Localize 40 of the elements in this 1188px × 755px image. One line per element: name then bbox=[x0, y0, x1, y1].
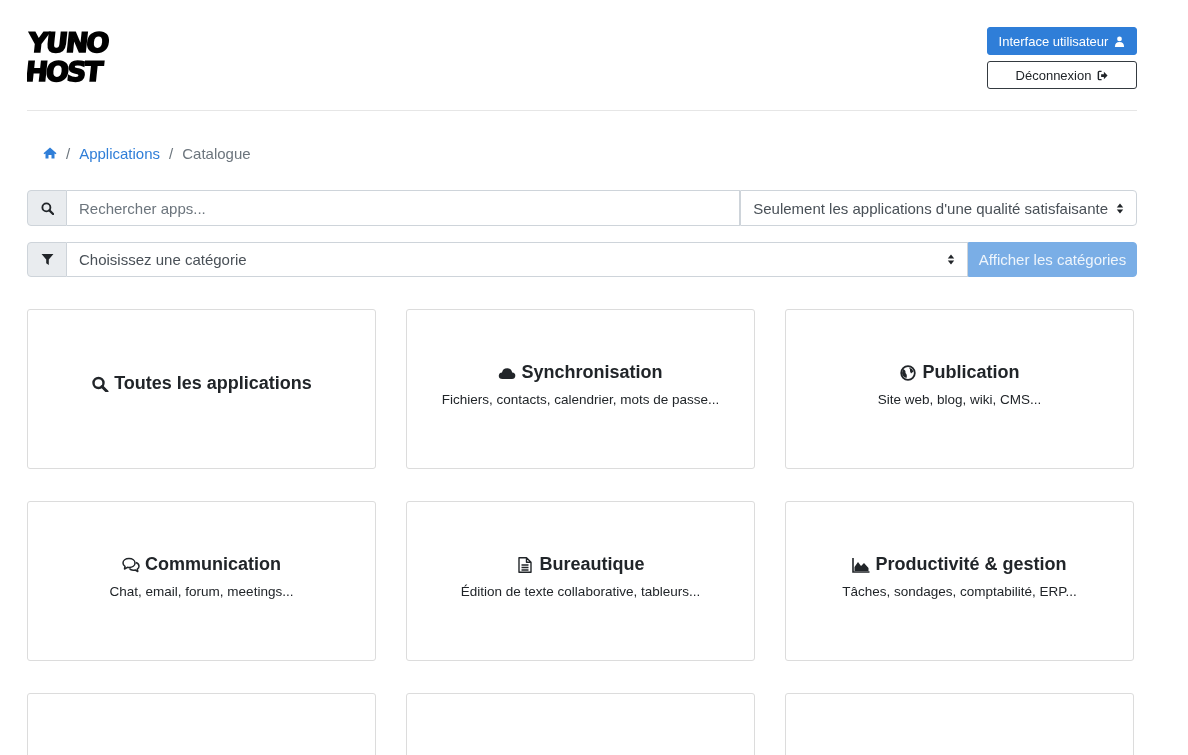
logo[interactable]: YUNO HOST bbox=[27, 28, 110, 86]
filter-icon bbox=[40, 253, 54, 266]
logout-icon bbox=[1097, 69, 1109, 81]
globe-icon bbox=[899, 364, 918, 381]
sort-caret-icon bbox=[1116, 202, 1124, 214]
category-description: Tâches, sondages, comptabilité, ERP... bbox=[842, 584, 1077, 599]
category-select[interactable]: Choisissez une catégorie bbox=[67, 242, 968, 277]
category-description: Fichiers, contacts, calendrier, mots de passe... bbox=[441, 392, 720, 407]
user-icon bbox=[1114, 35, 1126, 47]
category-card[interactable]: Synchronisation Fichiers, contacts, calendrier, mots de passe... bbox=[406, 309, 755, 469]
category-title: Toutes les applications bbox=[114, 373, 312, 394]
search-icon bbox=[40, 201, 54, 215]
category-card[interactable]: Communication Chat, email, forum, meetings... bbox=[27, 501, 376, 661]
category-description: Site web, blog, wiki, CMS... bbox=[877, 392, 1042, 407]
home-icon bbox=[43, 147, 57, 159]
category-title: Communication bbox=[145, 554, 281, 575]
home-link[interactable] bbox=[43, 147, 57, 159]
category-title: Productivité & gestion bbox=[875, 554, 1067, 575]
breadcrumb-current: Catalogue bbox=[182, 144, 251, 162]
category-description: Édition de texte collaborative, tableurs... bbox=[460, 584, 701, 599]
breadcrumb-separator: / bbox=[169, 144, 174, 162]
search-field[interactable]: Rechercher apps... bbox=[67, 190, 741, 226]
category-title: Synchronisation bbox=[521, 362, 663, 383]
sort-caret-icon bbox=[947, 254, 955, 265]
user-interface-button[interactable]: Interface utilisateur bbox=[987, 27, 1137, 55]
breadcrumb-link[interactable]: Applications bbox=[79, 144, 161, 162]
category-title: Publication bbox=[922, 362, 1020, 383]
category-card[interactable]: Publication Site web, blog, wiki, CMS... bbox=[785, 309, 1134, 469]
category-card[interactable]: Productivité & gestion Tâches, sondages, comptabilité, ERP... bbox=[785, 501, 1134, 661]
category-card[interactable]: Bureautique Édition de texte collaborative, tableurs... bbox=[406, 501, 755, 661]
category-description: Chat, email, forum, meetings... bbox=[109, 584, 294, 599]
breadcrumb-separator: / bbox=[66, 144, 71, 162]
category-title: Bureautique bbox=[539, 554, 645, 575]
quality-select[interactable]: Seulement les applications d'une qualité satisfaisante bbox=[740, 190, 1137, 226]
area-chart-icon bbox=[852, 556, 871, 573]
document-icon bbox=[516, 556, 535, 573]
chat-bubbles-icon bbox=[122, 556, 140, 573]
category-card[interactable]: Toutes les applications bbox=[27, 309, 376, 469]
logout-button[interactable]: Déconnexion bbox=[987, 61, 1137, 89]
search-icon bbox=[91, 375, 110, 392]
